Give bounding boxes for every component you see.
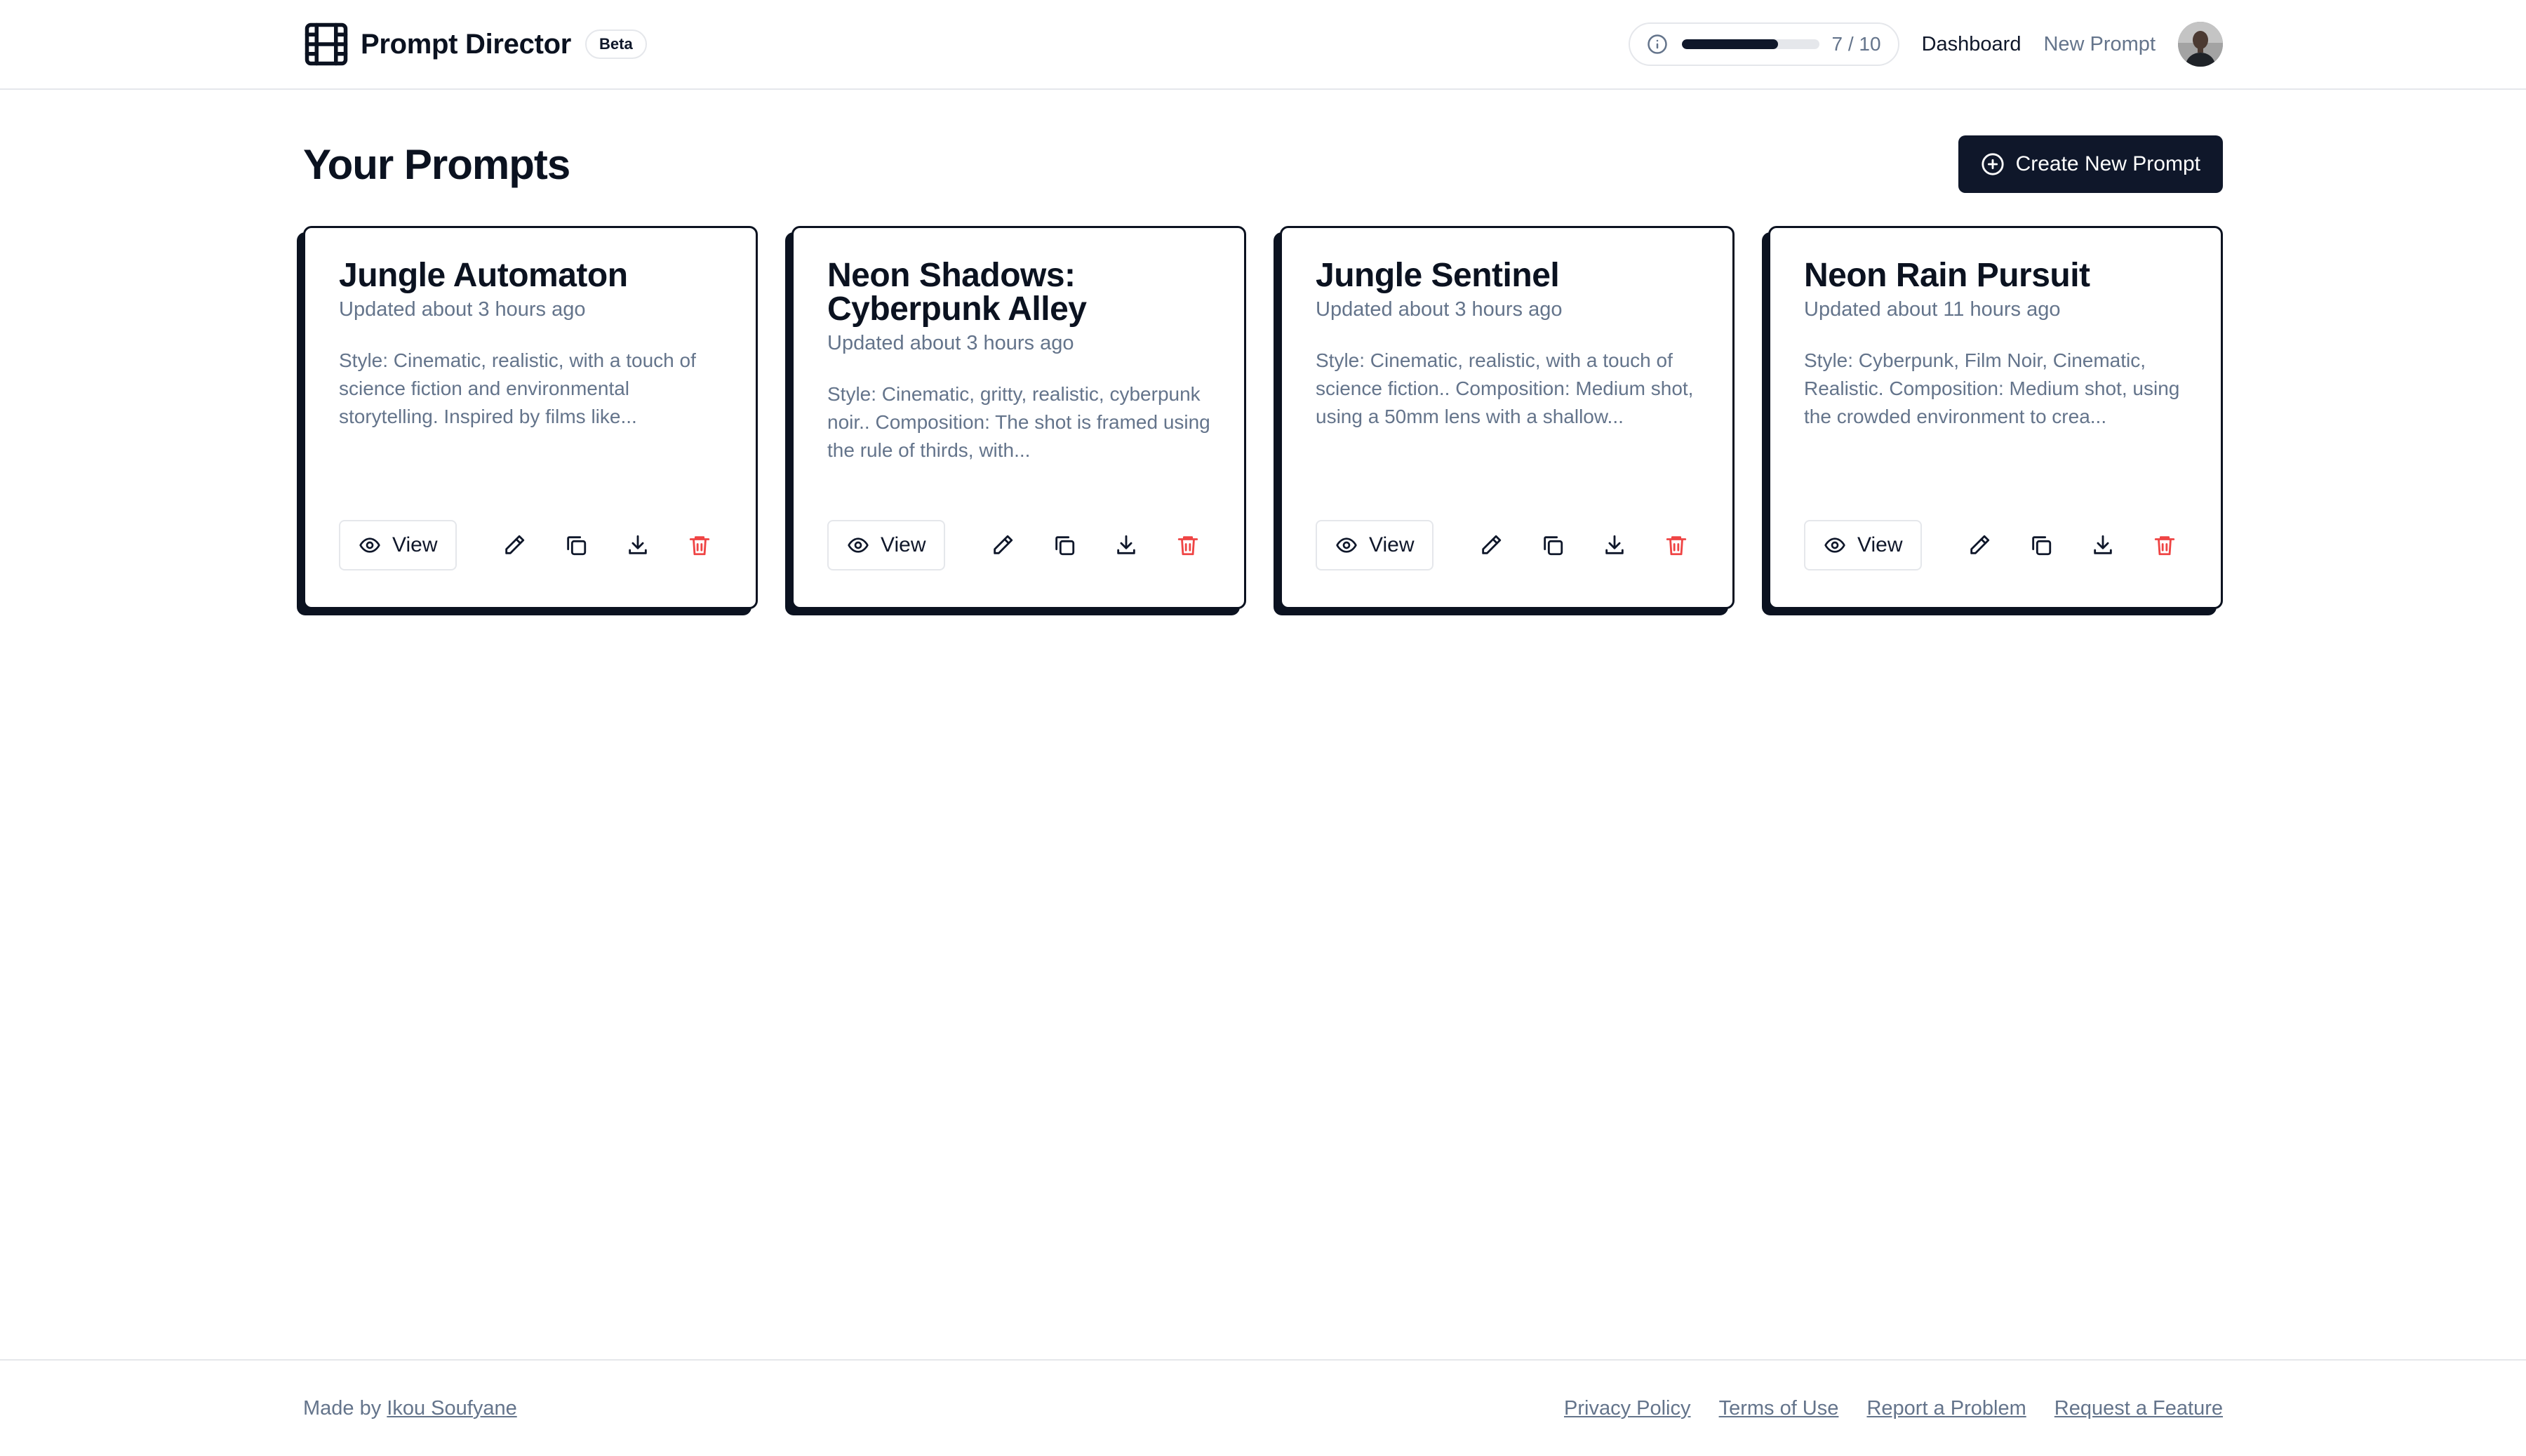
trash-icon [1666, 536, 1687, 556]
create-new-prompt-label: Create New Prompt [2015, 152, 2200, 175]
delete-button[interactable] [1657, 526, 1696, 565]
footer-links: Privacy Policy Terms of Use Report a Pro… [1542, 1397, 2223, 1420]
prompt-card-grid: Jungle Automaton Updated about 3 hours a… [303, 226, 2223, 609]
privacy-policy-link[interactable]: Privacy Policy [1564, 1397, 1691, 1420]
trash-icon [2155, 536, 2175, 556]
view-button[interactable]: View [339, 520, 457, 570]
prompt-card-updated: Updated about 3 hours ago [339, 298, 586, 321]
download-button[interactable] [618, 526, 657, 565]
page-title: Your Prompts [303, 140, 570, 188]
app-header: Prompt Director Beta 7 / 10 Dashboard Ne… [0, 0, 2526, 90]
plus-circle-icon [1981, 152, 2016, 176]
request-feature-link[interactable]: Request a Feature [2054, 1397, 2223, 1420]
terms-of-use-link[interactable]: Terms of Use [1719, 1397, 1839, 1420]
made-by-label: Made by [303, 1396, 387, 1420]
prompt-card[interactable]: Neon Shadows: Cyberpunk Alley Updated ab… [791, 226, 1246, 609]
delete-button[interactable] [1168, 526, 1208, 565]
top-nav: 7 / 10 Dashboard New Prompt [1628, 22, 2223, 67]
eye-icon [1335, 534, 1369, 556]
download-button[interactable] [2083, 526, 2123, 565]
prompt-card[interactable]: Neon Rain Pursuit Updated about 11 hours… [1768, 226, 2223, 609]
brand-name: Prompt Director [361, 28, 571, 60]
view-label: View [392, 533, 438, 556]
duplicate-button[interactable] [556, 526, 596, 565]
nav-dashboard-link[interactable]: Dashboard [1922, 33, 2022, 56]
prompt-card-updated: Updated about 3 hours ago [827, 332, 1074, 354]
nav-new-prompt-link[interactable]: New Prompt [2043, 33, 2156, 56]
page-header: Your Prompts Create New Prompt [303, 133, 2223, 195]
prompt-card[interactable]: Jungle Sentinel Updated about 3 hours ag… [1280, 226, 1735, 609]
prompt-card-updated: Updated about 11 hours ago [1804, 298, 2061, 321]
edit-button[interactable] [1960, 526, 1999, 565]
delete-button[interactable] [2145, 526, 2184, 565]
create-new-prompt-button[interactable]: Create New Prompt [1958, 135, 2223, 193]
footer-inner: Made by Ikou Soufyane Privacy Policy Ter… [303, 1361, 2223, 1456]
trash-icon [1178, 536, 1198, 556]
prompt-card-actions: View [827, 520, 1210, 570]
footer-credit: Made by Ikou Soufyane [303, 1397, 517, 1420]
download-icon [1605, 535, 1624, 554]
prompt-card-updated: Updated about 3 hours ago [1316, 298, 1563, 321]
prompt-card-description: Style: Cinematic, gritty, realistic, cyb… [827, 383, 1210, 461]
download-icon [1117, 535, 1136, 554]
usage-progress-bar [1681, 39, 1819, 49]
eye-icon [359, 534, 392, 556]
edit-button[interactable] [1471, 526, 1511, 565]
duplicate-button[interactable] [2022, 526, 2061, 565]
copy-icon [567, 536, 587, 556]
download-icon [629, 535, 648, 554]
copy-icon [1055, 536, 1075, 556]
download-button[interactable] [1107, 526, 1146, 565]
usage-progress-fill [1681, 39, 1778, 49]
usage-count: 7 / 10 [1831, 33, 1881, 55]
report-problem-link[interactable]: Report a Problem [1866, 1397, 2026, 1420]
duplicate-button[interactable] [1045, 526, 1084, 565]
copy-icon [2032, 536, 2052, 556]
header-inner: Prompt Director Beta 7 / 10 Dashboard Ne… [303, 0, 2223, 88]
trash-icon [690, 536, 710, 556]
view-button[interactable]: View [1316, 520, 1434, 570]
view-label: View [1857, 533, 1903, 556]
usage-indicator: 7 / 10 [1628, 22, 1899, 66]
prompt-card-actions: View [1316, 520, 1699, 570]
view-button[interactable]: View [827, 520, 946, 570]
download-button[interactable] [1595, 526, 1634, 565]
prompt-card[interactable]: Jungle Automaton Updated about 3 hours a… [303, 226, 758, 609]
view-label: View [881, 533, 926, 556]
film-icon [303, 21, 349, 67]
copy-icon [1544, 536, 1563, 556]
prompt-card-title[interactable]: Jungle Sentinel [1316, 259, 1699, 293]
view-button[interactable]: View [1804, 520, 1923, 570]
prompt-card-description: Style: Cinematic, realistic, with a touc… [1316, 349, 1694, 427]
prompt-card-title[interactable]: Neon Shadows: Cyberpunk Alley [827, 259, 1210, 326]
info-icon[interactable] [1647, 34, 1668, 55]
pencil-icon [505, 535, 525, 554]
prompt-card-actions: View [339, 520, 722, 570]
pencil-icon [1482, 535, 1502, 554]
author-link[interactable]: Ikou Soufyane [387, 1397, 516, 1420]
prompt-card-actions: View [1804, 520, 2187, 570]
prompt-card-title[interactable]: Jungle Automaton [339, 259, 722, 293]
prompt-card-description: Style: Cyberpunk, Film Noir, Cinematic, … [1804, 349, 2180, 427]
eye-icon [1824, 534, 1857, 556]
delete-button[interactable] [680, 526, 719, 565]
duplicate-button[interactable] [1533, 526, 1572, 565]
app-footer: Made by Ikou Soufyane Privacy Policy Ter… [0, 1359, 2526, 1456]
prompt-card-title[interactable]: Neon Rain Pursuit [1804, 259, 2187, 293]
prompt-card-description: Style: Cinematic, realistic, with a touc… [339, 349, 696, 427]
edit-button[interactable] [983, 526, 1022, 565]
pencil-icon [994, 535, 1013, 554]
avatar[interactable] [2178, 22, 2223, 67]
view-label: View [1369, 533, 1415, 556]
edit-button[interactable] [495, 526, 534, 565]
eye-icon [847, 534, 881, 556]
beta-badge: Beta [585, 29, 647, 59]
pencil-icon [1970, 535, 1990, 554]
brand[interactable]: Prompt Director Beta [303, 21, 647, 67]
download-icon [2094, 535, 2113, 554]
